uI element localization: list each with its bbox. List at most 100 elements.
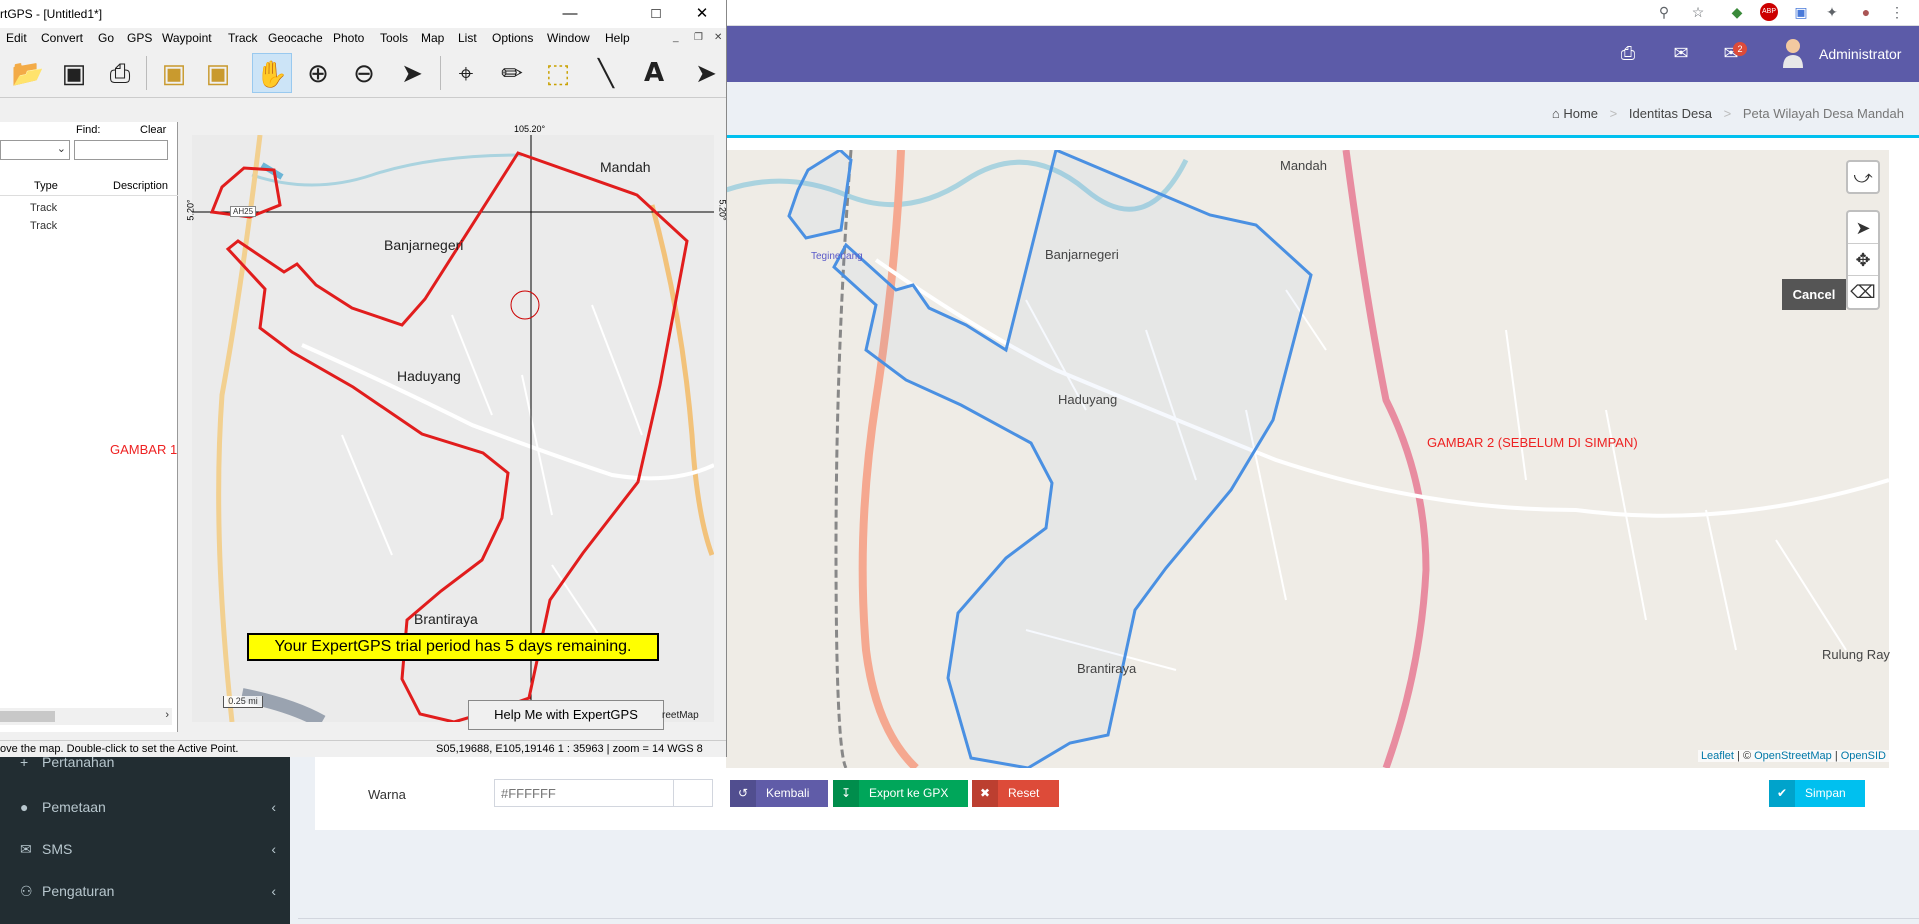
map1-place-brantiraya: Brantiraya — [414, 611, 478, 627]
expertgps-titlebar[interactable]: rtGPS - [Untitled1*] — □ ✕ — [0, 0, 726, 28]
star-icon[interactable]: ☆ — [1688, 2, 1708, 22]
mdi-restore-icon[interactable]: ❐ — [694, 32, 703, 43]
home-icon: ⌂ — [1551, 106, 1560, 121]
list-header: Type Description — [0, 178, 178, 196]
scrollbar-thumb[interactable] — [0, 711, 55, 722]
receive-from-gps-icon[interactable]: ▣ — [154, 53, 194, 93]
menu-list[interactable]: List — [458, 31, 477, 45]
leaflet-map[interactable] — [726, 150, 1889, 768]
sidebar-item-label: Pemetaan — [42, 799, 106, 815]
drag-button[interactable]: ✥ — [1848, 244, 1878, 276]
menu-go[interactable]: Go — [98, 31, 114, 45]
clear-button[interactable]: Clear — [140, 124, 166, 136]
column-type[interactable]: Type — [34, 180, 58, 192]
menu-waypoint[interactable]: Waypoint — [162, 31, 212, 45]
toolbar-separator — [146, 56, 147, 90]
move-arrow-icon[interactable]: ➤ — [686, 53, 726, 93]
find-input[interactable] — [74, 140, 168, 160]
map-place-mandah: Mandah — [1280, 158, 1327, 173]
sidebar-item-sms[interactable]: ✉ SMS ‹ — [0, 829, 290, 869]
menu-options[interactable]: Options — [492, 31, 533, 45]
toolbar-separator — [440, 56, 441, 90]
export-gpx-button[interactable]: ↧ Export ke GPX — [833, 780, 968, 807]
delete-layers-button[interactable]: ⌫ — [1848, 276, 1878, 308]
opensid-link[interactable]: OpenSID — [1841, 750, 1886, 762]
menu-map[interactable]: Map — [421, 31, 444, 45]
cancel-button[interactable]: Cancel — [1782, 279, 1846, 310]
close-icon: ✖ — [972, 780, 998, 807]
list-item[interactable]: Track — [0, 202, 178, 219]
menu-icon[interactable]: ⋮ — [1887, 2, 1907, 22]
mdi-close-icon[interactable]: ✕ — [714, 32, 722, 43]
mdi-minimize-icon[interactable]: _ — [673, 32, 679, 43]
reset-label: Reset — [1008, 786, 1040, 800]
map-place-teginenang: Teginenang — [811, 251, 863, 262]
rectangle-select-icon[interactable]: ⬚ — [538, 53, 578, 93]
send-to-gps-icon[interactable]: ▣ — [198, 53, 238, 93]
simpan-button[interactable]: ✔ Simpan — [1769, 780, 1865, 807]
extension-icon[interactable]: ◆ — [1727, 2, 1747, 22]
translate-icon[interactable]: ▣ — [1791, 2, 1811, 22]
list-item-type: Track — [30, 220, 58, 232]
trial-banner: Your ExpertGPS trial period has 5 days r… — [247, 633, 659, 661]
osm-link[interactable]: OpenStreetMap — [1754, 750, 1832, 762]
draw-polyline-button[interactable]: ⤻ — [1846, 160, 1880, 194]
breadcrumb-home[interactable]: Home — [1563, 106, 1598, 121]
sidebar-item-pemetaan[interactable]: ● Pemetaan ‹ — [0, 787, 290, 827]
footer-divider — [298, 918, 1919, 919]
open-folder-icon[interactable]: 📂 — [8, 53, 48, 93]
select-arrow-icon[interactable]: ➤ — [392, 53, 432, 93]
menu-help[interactable]: Help — [605, 31, 630, 45]
menu-window[interactable]: Window — [547, 31, 590, 45]
ruler-icon[interactable]: ╲ — [586, 53, 626, 93]
zoom-out-icon[interactable]: ⊖ — [344, 53, 384, 93]
maximize-button[interactable]: □ — [634, 2, 678, 26]
profile-icon[interactable]: ● — [1856, 2, 1876, 22]
filter-dropdown[interactable]: ⌄ — [0, 140, 70, 160]
help-button[interactable]: Help Me with ExpertGPS — [468, 700, 664, 730]
zoom-icon[interactable]: ⚲ — [1654, 2, 1674, 22]
menu-photo[interactable]: Photo — [333, 31, 364, 45]
leaflet-link[interactable]: Leaflet — [1701, 750, 1734, 762]
chat-icon[interactable]: ✉ — [1668, 42, 1694, 64]
text-tool-icon[interactable]: A — [634, 53, 674, 93]
menu-geocache[interactable]: Geocache — [268, 31, 323, 45]
map-place-banjarnegeri: Banjarnegeri — [1045, 247, 1119, 262]
print-icon[interactable]: ⎙ — [1615, 42, 1641, 64]
sidebar: + Pertanahan ● Pemetaan ‹ ✉ SMS ‹ ⚇ Pengaturan… — [0, 745, 290, 924]
user-avatar[interactable] — [1781, 38, 1805, 68]
column-description[interactable]: Description — [113, 180, 168, 192]
menu-convert[interactable]: Convert — [41, 31, 83, 45]
map-canvas — [726, 150, 1889, 768]
map1-place-banjarnegeri: Banjarnegeri — [384, 237, 464, 253]
user-name[interactable]: Administrator — [1819, 46, 1901, 62]
minimize-button[interactable]: — — [548, 2, 592, 26]
close-button[interactable]: ✕ — [680, 2, 724, 26]
menu-track[interactable]: Track — [228, 31, 258, 45]
save-icon[interactable]: ▣ — [54, 53, 94, 93]
crosshair-icon[interactable]: ⌖ — [446, 53, 486, 93]
horizontal-scrollbar[interactable]: › — [0, 708, 172, 725]
menu-gps[interactable]: GPS — [127, 31, 152, 45]
breadcrumb-section[interactable]: Identitas Desa — [1629, 106, 1712, 121]
status-coordinates: S05,19688, E105,19146 1 : 35963 | zoom =… — [436, 743, 703, 755]
puzzle-icon[interactable]: ✦ — [1822, 2, 1842, 22]
menu-tools[interactable]: Tools — [380, 31, 408, 45]
warna-label: Warna — [368, 787, 406, 802]
menu-edit[interactable]: Edit — [6, 31, 27, 45]
print-icon[interactable]: ⎙ — [100, 53, 140, 93]
edit-layers-button[interactable]: ➤ — [1848, 212, 1878, 244]
reset-button[interactable]: ✖ Reset — [972, 780, 1059, 807]
status-bar: ove the map. Double-click to set the Act… — [0, 740, 726, 757]
hand-pan-icon[interactable]: ✋ — [252, 53, 292, 93]
scroll-right-icon[interactable]: › — [165, 709, 169, 721]
pencil-icon[interactable]: ✏ — [492, 53, 532, 93]
sidebar-item-label: Pengaturan — [42, 883, 115, 899]
list-item[interactable]: Track — [0, 220, 178, 237]
zoom-in-icon[interactable]: ⊕ — [298, 53, 338, 93]
adblock-icon[interactable]: ABP — [1760, 3, 1778, 21]
sidebar-item-pengaturan[interactable]: ⚇ Pengaturan ‹ — [0, 871, 290, 911]
warna-input[interactable] — [494, 779, 674, 807]
kembali-button[interactable]: ↺ Kembali — [730, 780, 828, 807]
color-swatch[interactable] — [673, 779, 713, 807]
